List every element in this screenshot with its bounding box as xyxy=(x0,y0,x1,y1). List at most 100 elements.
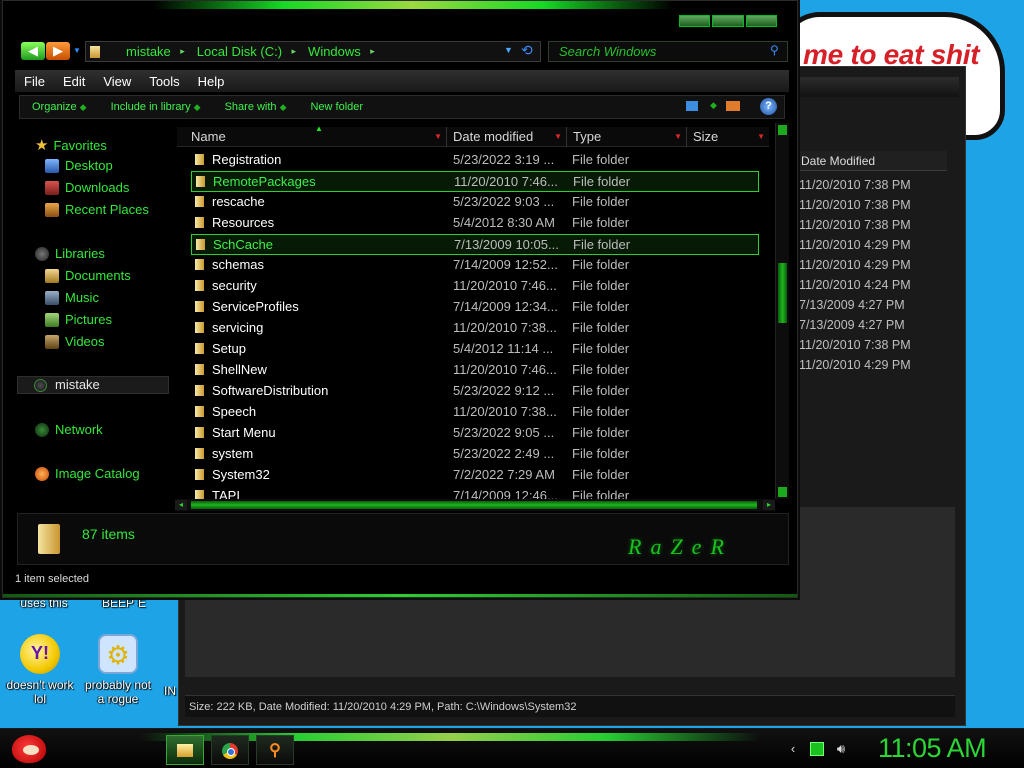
desktop-icon-label: lol xyxy=(33,692,46,706)
table-row[interactable]: schemas 7/14/2009 12:52... File folder xyxy=(191,255,759,276)
table-row[interactable]: Setup 5/4/2012 11:14 ... File folder xyxy=(191,339,759,360)
table-row[interactable]: SoftwareDistribution 5/23/2022 9:12 ... Fi… xyxy=(191,381,759,402)
file-date-modified: 11/20/2010 7:46... xyxy=(454,174,558,189)
scroll-right-arrow[interactable]: ▸ xyxy=(763,500,775,510)
nav-music[interactable]: Music xyxy=(45,290,99,305)
folder-icon xyxy=(177,744,193,757)
background-column-header-date-modified[interactable]: Date Modified xyxy=(797,151,947,171)
back-button[interactable]: ◀ xyxy=(21,42,45,60)
table-row[interactable]: servicing 11/20/2010 7:38... File folder xyxy=(191,318,759,339)
column-dropdown-icon[interactable]: ▼ xyxy=(674,127,682,146)
forward-button[interactable]: ▶ xyxy=(46,42,70,60)
nav-network[interactable]: Network xyxy=(35,422,103,437)
menu-bar: File Edit View Tools Help xyxy=(15,70,789,92)
nav-desktop[interactable]: Desktop xyxy=(45,158,113,173)
scroll-left-arrow[interactable]: ◂ xyxy=(175,500,187,510)
nav-documents[interactable]: Documents xyxy=(45,268,131,283)
scroll-up-arrow[interactable] xyxy=(778,125,787,135)
taskbar-clock[interactable]: 11:05 AM xyxy=(878,733,987,764)
nav-user-mistake[interactable]: mistake xyxy=(17,376,169,394)
dropdown-dot-icon: ◆ xyxy=(279,102,287,112)
address-bar[interactable]: mistake Local Disk (C:) Windows xyxy=(85,41,541,62)
documents-icon xyxy=(45,268,59,283)
table-row[interactable]: Resources 5/4/2012 8:30 AM File folder xyxy=(191,213,759,234)
taskbar-search-button[interactable]: ⚲ xyxy=(256,735,294,765)
breadcrumb-windows[interactable]: Windows xyxy=(294,44,374,59)
nav-pictures[interactable]: Pictures xyxy=(45,312,112,327)
include-in-library-button[interactable]: Include in library ◆ xyxy=(99,101,213,113)
search-input[interactable]: Search Windows xyxy=(548,41,788,62)
dropdown-dot-icon: ◆ xyxy=(79,102,87,112)
table-row[interactable]: System32 7/2/2022 7:29 AM File folder xyxy=(191,465,759,486)
share-with-button[interactable]: Share with ◆ xyxy=(213,101,299,113)
taskbar-explorer-button[interactable] xyxy=(166,735,204,765)
nav-favorites[interactable]: ★ Favorites xyxy=(35,136,107,154)
taskbar-chrome-button[interactable] xyxy=(211,735,249,765)
menu-tools[interactable]: Tools xyxy=(140,74,188,89)
close-button[interactable] xyxy=(745,15,777,27)
column-dropdown-icon[interactable]: ▼ xyxy=(434,127,442,146)
details-pane: 87 items RaZeR xyxy=(17,513,789,565)
new-folder-button[interactable]: New folder xyxy=(298,101,375,113)
file-type: File folder xyxy=(572,341,630,356)
recent-pages-dropdown-icon[interactable]: ▼ xyxy=(73,46,81,55)
scroll-thumb[interactable] xyxy=(778,263,787,323)
minimize-button[interactable] xyxy=(679,15,711,27)
file-date-modified: 7/14/2009 12:34... xyxy=(453,299,558,314)
file-type: File folder xyxy=(572,152,630,167)
column-header-name[interactable]: Name ▼ xyxy=(177,127,447,147)
column-header-date-modified[interactable]: Date modified ▼ xyxy=(449,127,567,147)
folder-icon xyxy=(195,301,204,312)
menu-help[interactable]: Help xyxy=(189,74,234,89)
column-dropdown-icon[interactable]: ▼ xyxy=(757,127,765,146)
nav-downloads[interactable]: Downloads xyxy=(45,180,129,195)
breadcrumb-mistake[interactable]: mistake xyxy=(112,44,185,59)
nav-recent-places[interactable]: Recent Places xyxy=(45,202,149,217)
table-row[interactable]: Start Menu 5/23/2022 9:05 ... File folder xyxy=(191,423,759,444)
vertical-scrollbar[interactable] xyxy=(775,123,789,499)
view-options-dropdown-icon[interactable]: ◆ xyxy=(710,100,717,111)
menu-edit[interactable]: Edit xyxy=(54,74,94,89)
file-type: File folder xyxy=(572,467,630,482)
nav-videos[interactable]: Videos xyxy=(45,334,105,349)
table-row[interactable]: ShellNew 11/20/2010 7:46... File folder xyxy=(191,360,759,381)
horizontal-scroll-thumb[interactable] xyxy=(191,501,757,509)
table-row[interactable]: Registration 5/23/2022 3:19 ... File folde… xyxy=(191,150,759,171)
preview-pane-icon[interactable] xyxy=(726,101,740,111)
breadcrumb-local-disk[interactable]: Local Disk (C:) xyxy=(183,44,297,59)
refresh-icon[interactable]: ⟲ xyxy=(521,42,533,59)
folder-icon xyxy=(195,322,204,333)
volume-icon[interactable]: 🔊︎ xyxy=(834,742,848,756)
table-row[interactable]: SchCache 7/13/2009 10:05... File folder xyxy=(191,234,759,255)
column-dropdown-icon[interactable]: ▼ xyxy=(554,127,562,146)
file-list[interactable]: ▲ Name ▼ Date modified ▼ Type ▼ Size ▼ Regis… xyxy=(173,123,789,513)
menu-view[interactable]: View xyxy=(94,74,140,89)
help-icon[interactable]: ? xyxy=(760,98,777,115)
table-row[interactable]: RemotePackages 11/20/2010 7:46... File fol… xyxy=(191,171,759,192)
explorer-window[interactable]: ◀ ▶ ▼ mistake Local Disk (C:) Windows ▼ … xyxy=(2,0,798,598)
maximize-button[interactable] xyxy=(712,15,744,27)
nav-image-catalog[interactable]: Image Catalog xyxy=(35,466,140,481)
desktop-icon-yahoo[interactable]: doesn't work lol xyxy=(0,634,80,706)
organize-button[interactable]: Organize ◆ xyxy=(20,101,99,113)
table-row[interactable]: system 5/23/2022 2:49 ... File folder xyxy=(191,444,759,465)
show-hidden-icons-icon[interactable]: ‹ xyxy=(786,742,800,756)
column-header-type[interactable]: Type ▼ xyxy=(569,127,687,147)
change-view-icon[interactable] xyxy=(686,101,698,111)
background-status-bar: Size: 222 KB, Date Modified: 11/20/2010 … xyxy=(185,695,955,717)
scroll-down-arrow[interactable] xyxy=(778,487,787,497)
menu-file[interactable]: File xyxy=(15,74,54,89)
table-row[interactable]: ServiceProfiles 7/14/2009 12:34... File fo… xyxy=(191,297,759,318)
column-header-size[interactable]: Size ▼ xyxy=(689,127,769,147)
background-date-list: 11/20/2010 7:38 PM 11/20/2010 7:38 PM 11… xyxy=(799,175,949,375)
nav-libraries[interactable]: Libraries xyxy=(35,246,105,261)
table-row[interactable]: rescache 5/23/2022 9:03 ... File folder xyxy=(191,192,759,213)
search-icon[interactable]: ⚲ xyxy=(770,43,779,57)
table-row[interactable]: Speech 11/20/2010 7:38... File folder xyxy=(191,402,759,423)
desktop-icon-gear-app[interactable]: probably not a rogue xyxy=(78,634,158,706)
table-row[interactable]: security 11/20/2010 7:46... File folder xyxy=(191,276,759,297)
address-dropdown-icon[interactable]: ▼ xyxy=(504,45,513,55)
start-button[interactable] xyxy=(8,731,52,767)
network-status-icon[interactable] xyxy=(810,742,824,756)
horizontal-scrollbar[interactable]: ◂ ▸ xyxy=(175,499,775,511)
